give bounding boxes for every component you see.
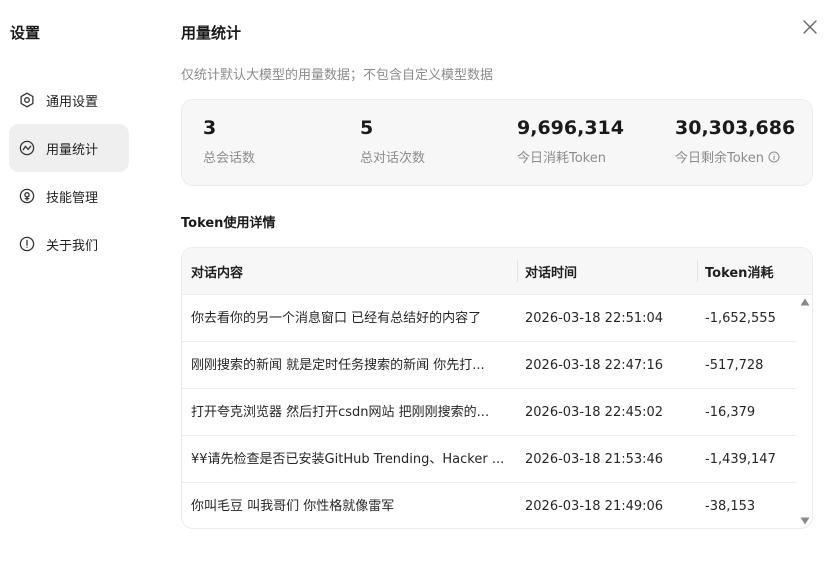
cell-time: 2026-03-18 22:51:04 bbox=[525, 311, 664, 326]
chart-line-icon bbox=[18, 139, 36, 157]
token-usage-table: 对话内容 对话时间 Token消耗 你去看你的另一个消息窗口 已经有总结好的内容… bbox=[181, 247, 813, 529]
triangle-up-icon bbox=[800, 298, 810, 306]
table-body: 你去看你的另一个消息窗口 已经有总结好的内容了 2026-03-18 22:51… bbox=[182, 295, 812, 528]
stat-value: 3 bbox=[203, 117, 217, 139]
stat-total-conversations: 5 总对话次数 bbox=[360, 115, 425, 166]
sidebar-item-label: 关于我们 bbox=[46, 238, 99, 254]
cell-time: 2026-03-18 22:47:16 bbox=[525, 358, 664, 373]
column-header-content[interactable]: 对话内容 bbox=[191, 248, 243, 295]
cell-content: 你叫毛豆 叫我哥们 你性格就像雷军 bbox=[191, 499, 395, 514]
cell-token: -16,379 bbox=[705, 405, 756, 420]
sidebar-item-about-us[interactable]: 关于我们 bbox=[9, 220, 129, 268]
close-icon bbox=[803, 20, 817, 34]
stat-label: 今日剩余Token bbox=[675, 147, 795, 166]
cell-token: -517,728 bbox=[705, 358, 764, 373]
scroll-up-arrow[interactable] bbox=[800, 297, 810, 307]
table-row[interactable]: 打开夸克浏览器 然后打开csdn网站 把刚刚搜索的... 2026-03-18 … bbox=[182, 389, 796, 436]
page-subtitle: 仅统计默认大模型的用量数据；不包含自定义模型数据 bbox=[181, 68, 494, 83]
stat-value: 30,303,686 bbox=[675, 117, 796, 139]
cell-time: 2026-03-18 22:45:02 bbox=[525, 405, 664, 420]
cell-content: 打开夸克浏览器 然后打开csdn网站 把刚刚搜索的... bbox=[191, 405, 490, 420]
stat-value: 5 bbox=[360, 117, 374, 139]
column-divider[interactable] bbox=[697, 260, 698, 282]
triangle-down-icon bbox=[800, 517, 810, 525]
main-panel: 用量统计 仅统计默认大模型的用量数据；不包含自定义模型数据 3 总会话数 5 总… bbox=[181, 0, 817, 568]
stats-card: 3 总会话数 5 总对话次数 9,696,314 今日消耗Token 30,30… bbox=[181, 99, 813, 186]
sidebar-item-label: 用量统计 bbox=[46, 142, 99, 158]
stat-label: 总对话次数 bbox=[360, 151, 426, 166]
page-title: 用量统计 bbox=[181, 24, 242, 42]
info-tooltip-icon[interactable] bbox=[768, 151, 780, 163]
cell-content: 刚刚搜索的新闻 就是定时任务搜索的新闻 你先打... bbox=[191, 358, 485, 373]
stat-today-remaining-token: 30,303,686 今日剩余Token bbox=[675, 115, 795, 166]
scroll-down-arrow[interactable] bbox=[800, 516, 810, 526]
column-divider[interactable] bbox=[517, 260, 518, 282]
table-row[interactable]: 你叫毛豆 叫我哥们 你性格就像雷军 2026-03-18 21:49:06 -3… bbox=[182, 483, 796, 528]
cell-token: -38,153 bbox=[705, 499, 756, 514]
cell-token: -1,439,147 bbox=[705, 452, 776, 467]
stat-value: 9,696,314 bbox=[517, 117, 624, 139]
cell-time: 2026-03-18 21:53:46 bbox=[525, 452, 664, 467]
sidebar-item-usage-stats[interactable]: 用量统计 bbox=[9, 124, 129, 172]
token-details-title: Token使用详情 bbox=[181, 216, 276, 231]
column-header-token[interactable]: Token消耗 bbox=[705, 248, 773, 295]
stat-label: 总会话数 bbox=[203, 151, 256, 166]
info-icon bbox=[18, 235, 36, 253]
gear-icon bbox=[18, 91, 36, 109]
sidebar-title: 设置 bbox=[10, 24, 41, 42]
cell-token: -1,652,555 bbox=[705, 311, 776, 326]
sidebar-item-general-settings[interactable]: 通用设置 bbox=[9, 76, 129, 124]
table-row[interactable]: ¥¥请先检查是否已安装GitHub Trending、Hacker ... 20… bbox=[182, 436, 796, 483]
skill-icon bbox=[18, 187, 36, 205]
stat-total-sessions: 3 总会话数 bbox=[203, 115, 255, 166]
stat-label: 今日消耗Token bbox=[517, 151, 606, 166]
cell-time: 2026-03-18 21:49:06 bbox=[525, 499, 664, 514]
sidebar-item-label: 通用设置 bbox=[46, 94, 99, 110]
sidebar-item-skill-management[interactable]: 技能管理 bbox=[9, 172, 129, 220]
column-header-time[interactable]: 对话时间 bbox=[525, 248, 577, 295]
table-header: 对话内容 对话时间 Token消耗 bbox=[182, 248, 812, 295]
close-button[interactable] bbox=[801, 18, 819, 36]
table-row[interactable]: 刚刚搜索的新闻 就是定时任务搜索的新闻 你先打... 2026-03-18 22… bbox=[182, 342, 796, 389]
sidebar: 设置 通用设置 用量统计 技能管理 关于我们 bbox=[0, 0, 150, 568]
table-row[interactable]: 你去看你的另一个消息窗口 已经有总结好的内容了 2026-03-18 22:51… bbox=[182, 295, 796, 342]
sidebar-item-label: 技能管理 bbox=[46, 190, 99, 206]
cell-content: ¥¥请先检查是否已安装GitHub Trending、Hacker ... bbox=[191, 452, 505, 467]
table-scrollbar[interactable] bbox=[798, 295, 812, 528]
cell-content: 你去看你的另一个消息窗口 已经有总结好的内容了 bbox=[191, 311, 482, 326]
stat-today-consumed-token: 9,696,314 今日消耗Token bbox=[517, 115, 624, 166]
